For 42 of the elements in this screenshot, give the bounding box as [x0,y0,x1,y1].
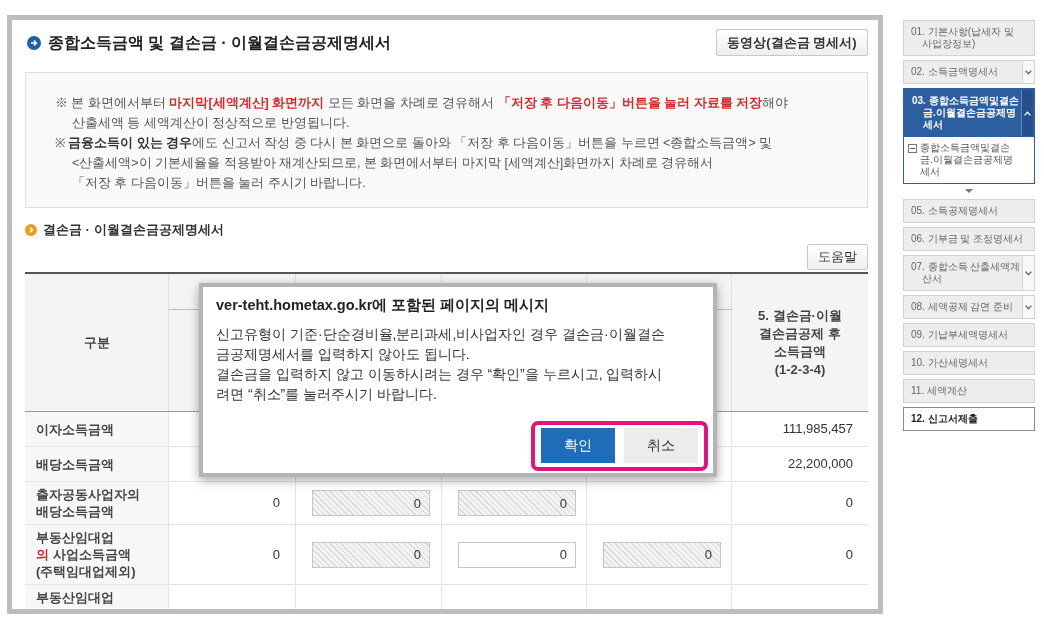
amount-text: 0 [845,545,853,564]
sidebar-item[interactable]: 08. 세액공제 감면 준비 [903,295,1035,319]
sidebar-item[interactable]: 09. 기납부세액명세서 [903,323,1035,347]
row-header: 부동산임대업 의 사업소득금액 (주택임대업제외) [25,525,169,584]
amount-text: 111,985,457 [782,420,853,439]
input-field[interactable]: 0 [458,541,576,568]
column-header: 구분 [25,274,169,411]
dialog-message: 신고유형이 기준·단순경비율,분리과세,비사업자인 경우 결손금·이월결손금공제명세서를 입력하지 않아도 됩니다. [216,325,666,364]
page-title: 종합소득금액 및 결손금 · 이월결손금공제명세서 [48,32,392,53]
sidebar-item[interactable]: 03. 종합소득금액및결손금.이월결손금공제명세서 [904,89,1034,137]
arrow-circle-icon [27,35,41,50]
collapse-box-icon [908,144,917,153]
section-title: 결손금 · 이월결손금공제명세서 [43,221,224,240]
notice-text: ※ 본 화면에서부터 마지막[세액계산] 화면까지 모든 화면을 차례로 경유해서 「저장 후 다음이동」버튼을 눌러 자료를 저장해야 산출세액 등 세액계산이 정상적으로 반영됩니다. [55,95,789,132]
video-button[interactable]: 동영상(결손금 명세서) [716,29,868,56]
row-header: 출자공동사업자의 배당소득금액 [25,482,169,524]
amount-text: 22,200,000 [787,455,853,474]
amount-text: 0 [272,545,280,564]
row-header: 이자소득금액 [25,412,169,446]
sidebar-item[interactable]: 02. 소득금액명세서 [903,60,1035,84]
caret-down-icon [965,189,973,193]
row-header: 부동산임대업 [25,585,169,609]
expand-toggle[interactable] [1021,90,1033,136]
sidebar-item[interactable]: 11. 세액계산 [903,379,1035,403]
sidebar-subitem[interactable]: 종합소득금액및결손금.이월결손금공제명세서 [904,137,1034,183]
help-button[interactable]: 도움말 [807,244,868,270]
sidebar-item[interactable]: 07. 종합소득 산출세액계산서 [903,255,1035,291]
sidebar-item[interactable]: 10. 가산세명세서 [903,351,1035,375]
confirm-button[interactable]: 확인 [541,428,615,463]
amount-text: 0 [272,494,280,513]
cancel-button[interactable]: 취소 [624,428,698,463]
dialog-message: 결손금을 입력하지 않고 이동하시려는 경우 “확인”을 누르시고, 입력하시려면 “취소”를 눌러주시기 바랍니다. [216,365,664,404]
chevron-circle-icon [25,224,37,236]
amount-text: 0 [845,494,853,513]
sidebar-item[interactable]: 06. 기부금 및 조정명세서 [903,227,1035,251]
column-header: 5. 결손금·이월결손금공제 후 소득금액 (1-2-3-4) [757,306,843,379]
sidebar-item[interactable]: 01. 기본사항(납세자 및 사업장정보) [903,20,1035,56]
notice-text: ※ 금융소득이 있는 경우에도 신고서 작성 중 다시 본 화면으로 돌아와 「저장 후 다음이동」버튼을 누르면 <종합소득금액> 및 <산출세액>이 기본세율을 적용받아 재계산되므로, 본 화면에서부터 마지막 [세액계산]화면까지 차례로 경유해서 「저장 후 다음이동」버튼을 눌러 주시기 바랍니다. [55,135,774,192]
sidebar-item[interactable]: 05. 소득공제명세서 [903,199,1035,223]
sidebar-item[interactable]: 12. 신고서제출 [903,407,1035,431]
row-header: 배당소득금액 [25,447,169,481]
dialog-title: ver-teht.hometax.go.kr에 포함된 페이지의 메시지 [215,296,551,315]
